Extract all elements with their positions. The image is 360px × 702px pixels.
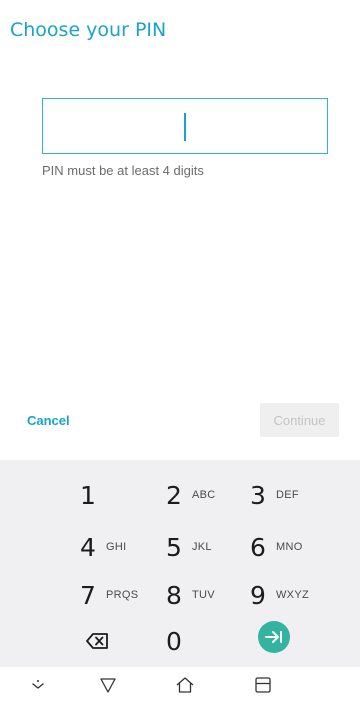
next-arrow-icon xyxy=(265,631,282,643)
key-5[interactable]: 5 JKL xyxy=(160,526,256,568)
key-letters: DEF xyxy=(276,489,299,501)
key-digit: 0 xyxy=(166,626,182,656)
recents-icon xyxy=(255,677,271,693)
key-digit: 3 xyxy=(250,480,266,510)
key-0[interactable]: 0 xyxy=(160,620,256,662)
continue-button[interactable]: Continue xyxy=(260,403,339,437)
recents-button[interactable] xyxy=(253,675,273,695)
key-9[interactable]: 9 WXYZ xyxy=(244,574,340,616)
system-navigation-bar xyxy=(0,667,360,702)
text-cursor xyxy=(184,113,186,141)
key-digit: 2 xyxy=(166,480,182,510)
key-letters: ABC xyxy=(192,489,216,501)
key-4[interactable]: 4 GHI xyxy=(74,526,170,568)
back-icon xyxy=(100,678,116,693)
home-button[interactable] xyxy=(175,675,195,695)
key-8[interactable]: 8 TUV xyxy=(160,574,256,616)
back-button[interactable] xyxy=(98,675,118,695)
key-7[interactable]: 7 PRQS xyxy=(74,574,170,616)
key-digit: 5 xyxy=(166,532,182,562)
key-letters: TUV xyxy=(192,589,215,601)
key-letters: MNO xyxy=(276,541,303,553)
hide-keyboard-icon xyxy=(32,680,44,689)
key-1[interactable]: 1 xyxy=(74,474,170,516)
page-title: Choose your PIN xyxy=(10,19,167,41)
pin-input[interactable] xyxy=(42,98,328,154)
key-letters: PRQS xyxy=(106,589,139,601)
key-digit: 7 xyxy=(80,580,96,610)
hide-keyboard-button[interactable] xyxy=(28,675,48,695)
key-digit: 8 xyxy=(166,580,182,610)
enter-button[interactable] xyxy=(258,621,290,653)
key-6[interactable]: 6 MNO xyxy=(244,526,340,568)
backspace-icon xyxy=(86,633,108,649)
key-digit: 4 xyxy=(80,532,96,562)
key-letters: GHI xyxy=(106,541,127,553)
home-icon xyxy=(176,677,194,693)
key-3[interactable]: 3 DEF xyxy=(244,474,340,516)
key-letters: WXYZ xyxy=(276,589,309,601)
numeric-keypad: 1 2 ABC 3 DEF 4 GHI 5 JKL 6 MNO 7 PRQS 8… xyxy=(0,460,360,667)
key-2[interactable]: 2 ABC xyxy=(160,474,256,516)
key-letters: JKL xyxy=(192,541,212,553)
cancel-button[interactable]: Cancel xyxy=(27,413,70,428)
pin-hint: PIN must be at least 4 digits xyxy=(42,163,204,178)
key-digit: 9 xyxy=(250,580,266,610)
key-digit: 6 xyxy=(250,532,266,562)
key-digit: 1 xyxy=(80,480,96,510)
backspace-button[interactable] xyxy=(85,628,111,654)
